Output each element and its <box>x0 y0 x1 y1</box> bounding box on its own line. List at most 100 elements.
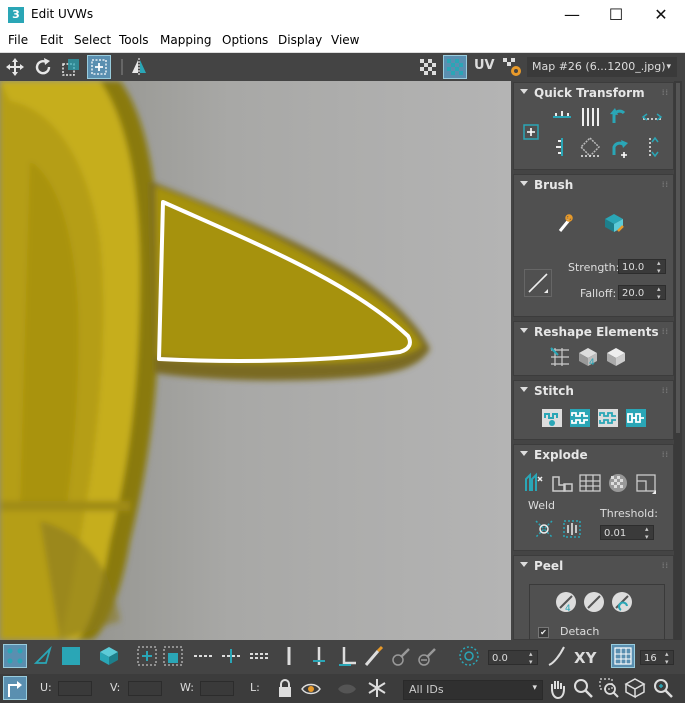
rotate-cw-icon[interactable] <box>606 135 630 159</box>
shrink-selection-icon[interactable] <box>162 645 184 667</box>
falloff-curve-icon[interactable] <box>546 645 568 667</box>
freeze-icon[interactable] <box>366 677 388 699</box>
element-select-icon[interactable] <box>98 645 120 667</box>
falloff-spinner[interactable]: 20.0 <box>618 285 666 301</box>
space-vertical-icon[interactable] <box>578 105 602 129</box>
weld-selected-icon[interactable] <box>532 517 556 541</box>
menu-mapping[interactable]: Mapping <box>160 33 212 47</box>
detach-edge-icon[interactable] <box>550 471 574 495</box>
paint-select-icon[interactable] <box>362 645 384 667</box>
explode-title[interactable]: Explode <box>534 448 588 462</box>
brush-title[interactable]: Brush <box>534 178 573 192</box>
edge-to-seam-icon[interactable] <box>336 645 358 667</box>
collapse-caret-icon[interactable] <box>520 562 528 567</box>
w-field[interactable] <box>200 681 234 696</box>
peel-title[interactable]: Peel <box>534 559 563 573</box>
collapse-caret-icon[interactable] <box>520 328 528 333</box>
point-to-point-icon[interactable] <box>278 645 300 667</box>
minimize-button[interactable]: — <box>549 0 595 30</box>
uv-editor-viewport[interactable] <box>0 81 511 640</box>
quick-peel-icon[interactable]: 4 <box>554 590 578 614</box>
stitch-cube-icon[interactable] <box>604 345 628 369</box>
menu-view[interactable]: View <box>331 33 359 47</box>
reshape-elements-title[interactable]: Reshape Elements <box>534 325 659 339</box>
open-edge-icon[interactable] <box>308 645 330 667</box>
grid-snap-icon[interactable] <box>611 644 635 668</box>
break-icon[interactable] <box>522 471 546 495</box>
stitch-to-target-icon[interactable] <box>540 406 564 430</box>
stitch-custom-icon[interactable] <box>624 406 648 430</box>
collapse-caret-icon[interactable] <box>520 451 528 456</box>
collapse-caret-icon[interactable] <box>520 387 528 392</box>
rotate-ccw-icon[interactable] <box>606 105 630 129</box>
freeform-icon[interactable] <box>87 55 111 79</box>
drag-grip-icon[interactable]: ⁞⁞ <box>662 450 669 459</box>
edge-ring-icon[interactable] <box>220 645 242 667</box>
align-horizontal-icon[interactable] <box>550 105 574 129</box>
stitch-source-icon[interactable] <box>596 406 620 430</box>
edge-select-icon[interactable] <box>32 645 54 667</box>
grow-selection-icon[interactable] <box>136 645 158 667</box>
peel-mode-icon[interactable] <box>582 590 606 614</box>
face-select-icon[interactable] <box>60 645 82 667</box>
checker-pattern-icon[interactable] <box>417 56 439 78</box>
soft-selection-icon[interactable] <box>458 645 480 667</box>
threshold-spinner[interactable]: 0.01 <box>600 525 654 541</box>
relax-brush-icon[interactable] <box>602 211 626 235</box>
u-field[interactable] <box>58 681 92 696</box>
brush-falloff-curve-icon[interactable] <box>524 269 552 297</box>
v-field[interactable] <box>128 681 162 696</box>
pelt-seams-icon[interactable] <box>248 645 270 667</box>
absolute-relative-toggle-icon[interactable] <box>3 676 27 700</box>
grid-size-spinner[interactable]: 16 <box>640 650 674 666</box>
zoom-selected-icon[interactable] <box>652 677 674 699</box>
rotate-angle-spinner[interactable]: 0.0 <box>488 650 538 666</box>
collapse-caret-icon[interactable] <box>520 89 528 94</box>
zoom-extents-icon[interactable] <box>624 677 646 699</box>
quick-transform-title[interactable]: Quick Transform <box>534 86 645 100</box>
rotate-icon[interactable] <box>32 56 54 78</box>
lock-icon[interactable] <box>274 677 296 699</box>
menu-select[interactable]: Select <box>74 33 111 47</box>
flatten-grid-icon[interactable] <box>578 471 602 495</box>
show-hidden-icon[interactable] <box>300 677 322 699</box>
relax-cube-icon[interactable]: 4 <box>576 345 600 369</box>
collapse-caret-icon[interactable] <box>520 181 528 186</box>
hide-icon[interactable] <box>336 677 358 699</box>
texture-settings-icon[interactable] <box>501 56 523 78</box>
detach-checkbox[interactable]: ✔ <box>538 627 549 638</box>
uv-axis-label[interactable]: UV <box>474 58 495 73</box>
align-vertical-dashed-icon[interactable] <box>640 135 664 159</box>
paint-move-icon[interactable] <box>554 211 578 235</box>
menu-edit[interactable]: Edit <box>40 33 63 47</box>
panel-scroll-thumb[interactable] <box>676 83 680 433</box>
uv-texture-canvas[interactable] <box>0 81 511 640</box>
pan-icon[interactable] <box>546 677 568 700</box>
paint-select-shrink-icon[interactable] <box>416 645 438 667</box>
drag-grip-icon[interactable]: ⁞⁞ <box>662 88 669 97</box>
flatten-by-material-icon[interactable] <box>634 471 658 495</box>
strength-spinner[interactable]: 10.0 <box>618 259 666 275</box>
reset-peel-icon[interactable] <box>610 590 634 614</box>
zoom-region-icon[interactable] <box>598 677 620 699</box>
show-map-icon[interactable] <box>443 55 467 79</box>
menu-options[interactable]: Options <box>222 33 268 47</box>
align-vertical-icon[interactable] <box>550 135 574 159</box>
drag-grip-icon[interactable]: ⁞⁞ <box>662 386 669 395</box>
align-horizontal-dashed-icon[interactable] <box>640 105 664 129</box>
texture-map-dropdown[interactable]: Map #26 (6...1200_.jpg) ▾ <box>527 57 677 77</box>
menu-tools[interactable]: Tools <box>119 33 149 47</box>
straighten-selection-icon[interactable] <box>548 345 572 369</box>
edge-loop-icon[interactable] <box>192 645 214 667</box>
zoom-icon[interactable] <box>572 677 594 699</box>
flatten-by-smoothing-icon[interactable] <box>606 471 630 495</box>
weld-target-icon[interactable] <box>560 517 584 541</box>
set-pivot-icon[interactable] <box>520 121 544 145</box>
drag-grip-icon[interactable]: ⁞⁞ <box>662 180 669 189</box>
menu-display[interactable]: Display <box>278 33 322 47</box>
straighten-icon[interactable] <box>578 135 602 159</box>
stitch-title[interactable]: Stitch <box>534 384 574 398</box>
move-icon[interactable] <box>4 56 26 78</box>
mirror-icon[interactable] <box>128 56 150 78</box>
drag-grip-icon[interactable]: ⁞⁞ <box>662 327 669 336</box>
